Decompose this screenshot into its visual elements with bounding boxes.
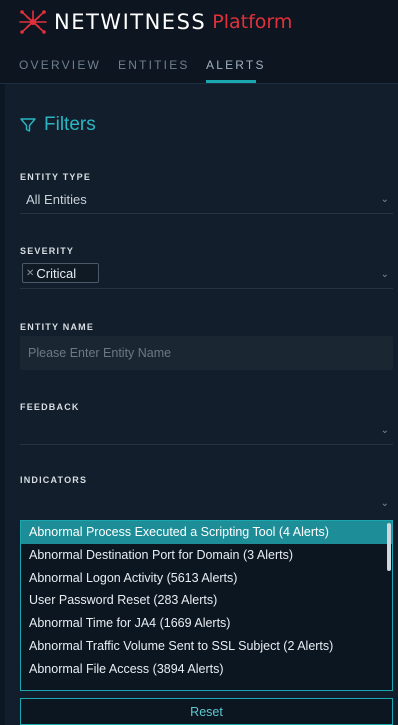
reset-button[interactable]: Reset	[20, 698, 393, 725]
chevron-down-icon: ⌄	[380, 194, 389, 205]
feedback-select[interactable]: ⌄	[20, 415, 393, 445]
severity-tag: ✕ Critical	[22, 263, 99, 283]
indicators-dropdown-list[interactable]: Abnormal Process Executed a Scripting To…	[20, 520, 393, 691]
indicators-select[interactable]: ⌄	[20, 488, 393, 518]
chevron-down-icon: ⌄	[380, 425, 389, 436]
indicators-label: INDICATORS	[20, 475, 88, 485]
severity-tag-label: Critical	[36, 265, 77, 281]
app-header: NETWITNESS Platform	[0, 0, 398, 44]
filters-panel: Filters ENTITY TYPE All Entities ⌄ SEVER…	[5, 84, 398, 725]
list-item[interactable]: User Password Reset (283 Alerts)	[21, 589, 392, 612]
list-item[interactable]: Abnormal Destination Port for Domain (3 …	[21, 544, 392, 567]
brand-name: NETWITNESS	[54, 10, 207, 34]
list-scrollbar[interactable]	[387, 523, 391, 571]
entity-type-select[interactable]: All Entities ⌄	[20, 184, 393, 214]
entity-type-value: All Entities	[26, 192, 87, 207]
list-item[interactable]: Abnormal Logon Activity (5613 Alerts)	[21, 567, 392, 590]
chevron-down-icon: ⌄	[380, 269, 389, 280]
list-item[interactable]: Abnormal File Access (3894 Alerts)	[21, 658, 392, 681]
filters-title: Filters	[44, 114, 96, 135]
list-item[interactable]: Abnormal Process Executed a Scripting To…	[21, 521, 392, 544]
tab-alerts[interactable]: ALERTS	[206, 58, 266, 72]
tab-overview[interactable]: OVERVIEW	[19, 58, 101, 72]
list-item[interactable]: Abnormal Time for JA4 (1669 Alerts)	[21, 612, 392, 635]
main-tabs: OVERVIEW ENTITIES ALERTS	[0, 44, 398, 84]
severity-select[interactable]: ✕ Critical ⌄	[20, 259, 393, 289]
filters-heading: Filters	[19, 114, 96, 136]
brand-suffix: Platform	[212, 11, 293, 33]
feedback-label: FEEDBACK	[20, 402, 80, 412]
tab-entities[interactable]: ENTITIES	[118, 58, 190, 72]
filter-funnel-icon	[20, 118, 36, 132]
active-tab-indicator	[206, 80, 256, 83]
chevron-down-icon: ⌄	[380, 498, 389, 509]
netwitness-logo-icon	[19, 10, 47, 34]
severity-label: SEVERITY	[20, 246, 75, 256]
entity-name-input[interactable]	[20, 336, 393, 370]
list-item[interactable]: Abnormal Traffic Volume Sent to SSL Subj…	[21, 635, 392, 658]
entity-name-label: ENTITY NAME	[20, 322, 95, 332]
remove-tag-icon[interactable]: ✕	[26, 268, 34, 279]
entity-type-label: ENTITY TYPE	[20, 172, 92, 182]
